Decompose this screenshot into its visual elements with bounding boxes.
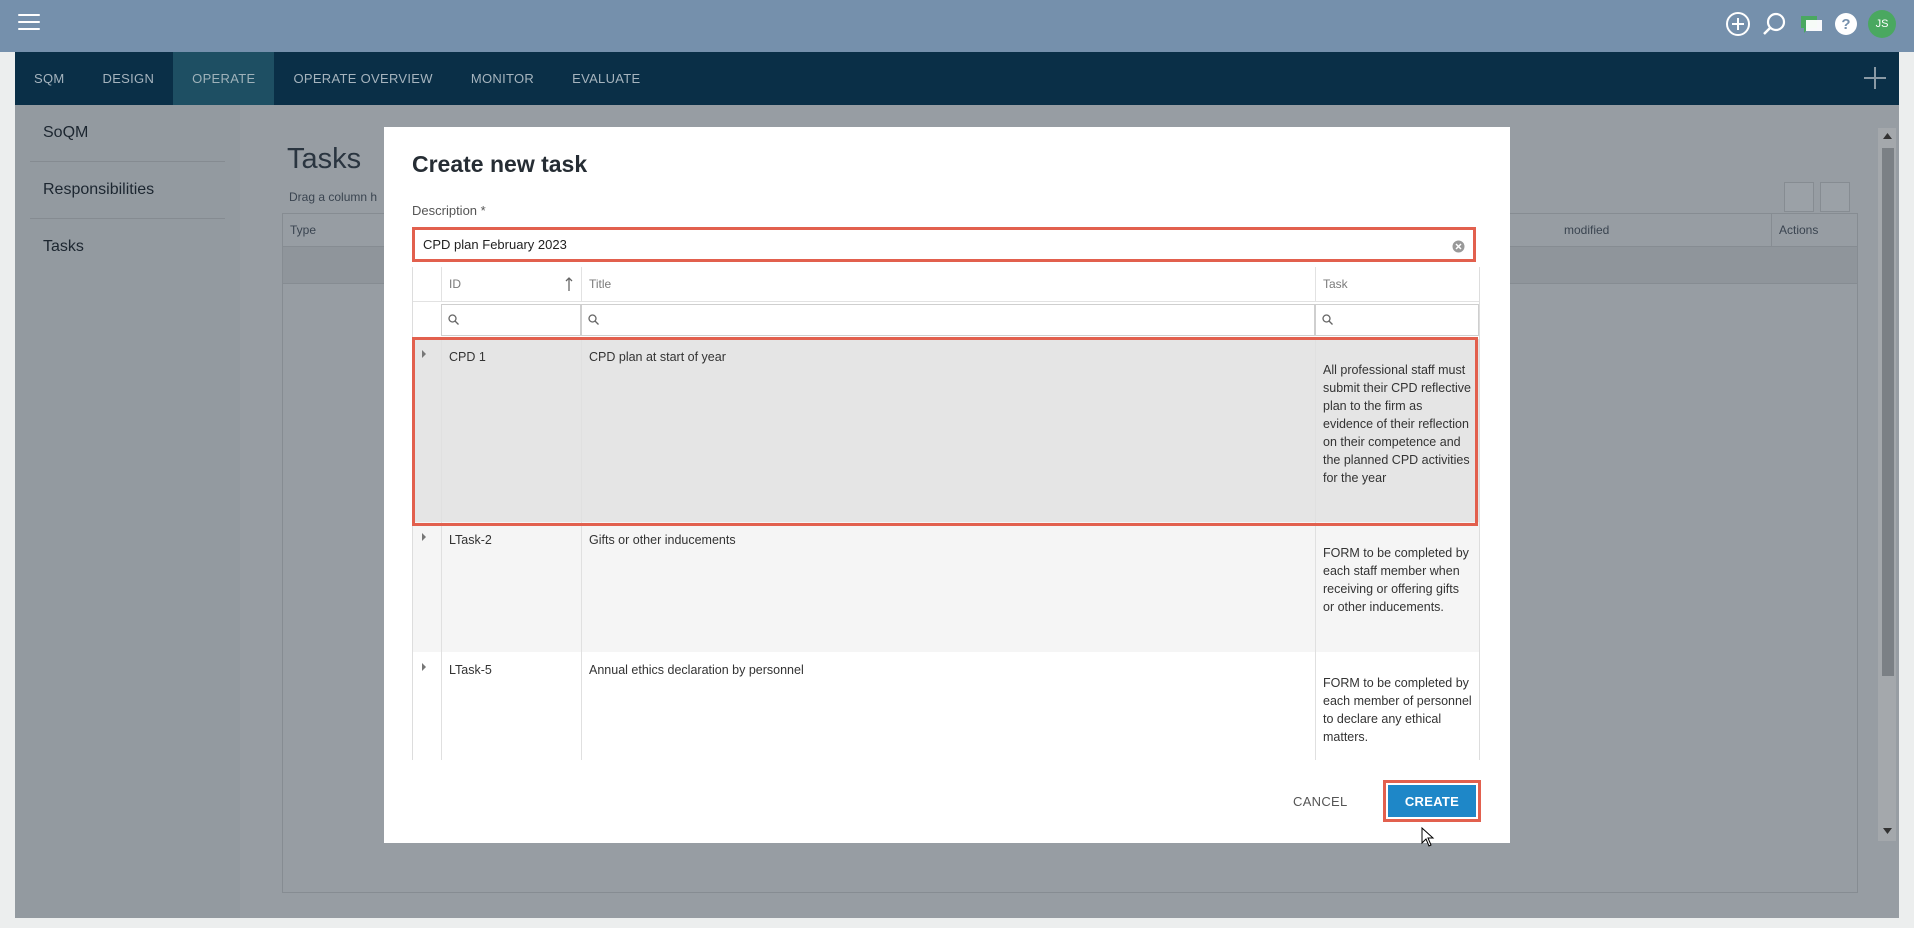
main-nav: SQM DESIGN OPERATE OPERATE OVERVIEW MONI… xyxy=(15,52,1899,105)
row-task: All professional staff must submit their… xyxy=(1315,339,1479,522)
chat-icon[interactable] xyxy=(1796,10,1824,38)
description-label: Description * xyxy=(412,203,486,218)
create-button[interactable]: CREATE xyxy=(1388,785,1476,817)
top-icons: ? JS xyxy=(1724,10,1896,38)
column-header-id[interactable]: ID xyxy=(441,267,581,301)
search-icon xyxy=(588,314,599,325)
row-id: LTask-5 xyxy=(441,652,581,760)
row-title: Gifts or other inducements xyxy=(581,522,1315,652)
grid-header-row: ID Title Task xyxy=(413,267,1479,302)
tab-evaluate[interactable]: EVALUATE xyxy=(553,52,659,105)
expand-icon[interactable] xyxy=(422,350,426,358)
tab-design[interactable]: DESIGN xyxy=(84,52,174,105)
expand-cell[interactable] xyxy=(413,339,441,522)
grouping-hint: Drag a column h xyxy=(289,190,378,204)
svg-text:?: ? xyxy=(1841,16,1850,33)
search-icon xyxy=(448,314,459,325)
search-icon xyxy=(1322,314,1333,325)
clear-icon[interactable] xyxy=(1452,240,1465,253)
column-header-modified[interactable]: modified xyxy=(1557,214,1609,246)
add-tab-icon[interactable] xyxy=(1861,64,1889,92)
scrollbar-thumb[interactable] xyxy=(1882,148,1894,676)
add-circle-icon[interactable] xyxy=(1724,10,1752,38)
sidebar-item-responsibilities[interactable]: Responsibilities xyxy=(30,162,225,219)
page-title: Tasks xyxy=(287,143,362,175)
expand-icon[interactable] xyxy=(422,533,426,541)
column-header-id-label: ID xyxy=(449,277,461,291)
sidebar-item-tasks[interactable]: Tasks xyxy=(30,219,225,275)
task-select-grid: ID Title Task CPD 1 CPD plan at start of… xyxy=(412,267,1480,760)
row-id: LTask-2 xyxy=(441,522,581,652)
column-header-title[interactable]: Title xyxy=(581,267,1315,301)
table-row-selected[interactable]: CPD 1 CPD plan at start of year All prof… xyxy=(413,339,1479,523)
row-title: CPD plan at start of year xyxy=(581,339,1315,522)
export-excel-icon[interactable] xyxy=(1784,182,1814,212)
sidebar: SoQM Responsibilities Tasks xyxy=(15,105,240,918)
row-task: FORM to be completed by each member of p… xyxy=(1315,652,1479,760)
row-id: CPD 1 xyxy=(441,339,581,522)
expand-column-header xyxy=(413,267,441,301)
mouse-cursor-icon xyxy=(1421,827,1435,847)
expand-cell[interactable] xyxy=(413,522,441,652)
expand-cell[interactable] xyxy=(413,652,441,760)
id-filter-input[interactable] xyxy=(441,304,581,336)
column-header-actions: Actions xyxy=(1771,214,1818,246)
tab-operate[interactable]: OPERATE xyxy=(173,52,275,105)
tab-monitor[interactable]: MONITOR xyxy=(452,52,553,105)
table-row[interactable]: LTask-5 Annual ethics declaration by per… xyxy=(413,652,1479,760)
tab-operate-overview[interactable]: OPERATE OVERVIEW xyxy=(274,52,451,105)
create-button-highlight[interactable]: CREATE xyxy=(1383,780,1481,822)
create-task-dialog: Create new task Description * CPD plan F… xyxy=(384,127,1510,843)
table-row[interactable]: LTask-2 Gifts or other inducements FORM … xyxy=(413,522,1479,653)
column-header-task[interactable]: Task xyxy=(1315,267,1479,301)
description-input[interactable]: CPD plan February 2023 xyxy=(412,227,1476,262)
grid-filter-row xyxy=(413,301,1479,340)
page-scrollbar[interactable] xyxy=(1878,128,1896,841)
top-bar: ? JS xyxy=(0,0,1914,52)
row-task: FORM to be completed by each staff membe… xyxy=(1315,522,1479,652)
description-value: CPD plan February 2023 xyxy=(423,237,567,252)
help-icon[interactable]: ? xyxy=(1832,10,1860,38)
sort-ascending-icon xyxy=(565,277,573,291)
search-icon[interactable] xyxy=(1760,10,1788,38)
task-filter-input[interactable] xyxy=(1315,304,1479,336)
title-filter-input[interactable] xyxy=(581,304,1315,336)
user-avatar[interactable]: JS xyxy=(1868,10,1896,38)
menu-icon[interactable] xyxy=(18,14,40,32)
row-title: Annual ethics declaration by personnel xyxy=(581,652,1315,760)
dialog-title: Create new task xyxy=(412,151,588,177)
tab-sqm[interactable]: SQM xyxy=(15,52,84,105)
sidebar-item-soqm[interactable]: SoQM xyxy=(30,105,225,162)
column-header-type[interactable]: Type xyxy=(283,214,316,246)
column-chooser-icon[interactable] xyxy=(1820,182,1850,212)
expand-icon[interactable] xyxy=(422,663,426,671)
cancel-button[interactable]: CANCEL xyxy=(1293,794,1348,809)
